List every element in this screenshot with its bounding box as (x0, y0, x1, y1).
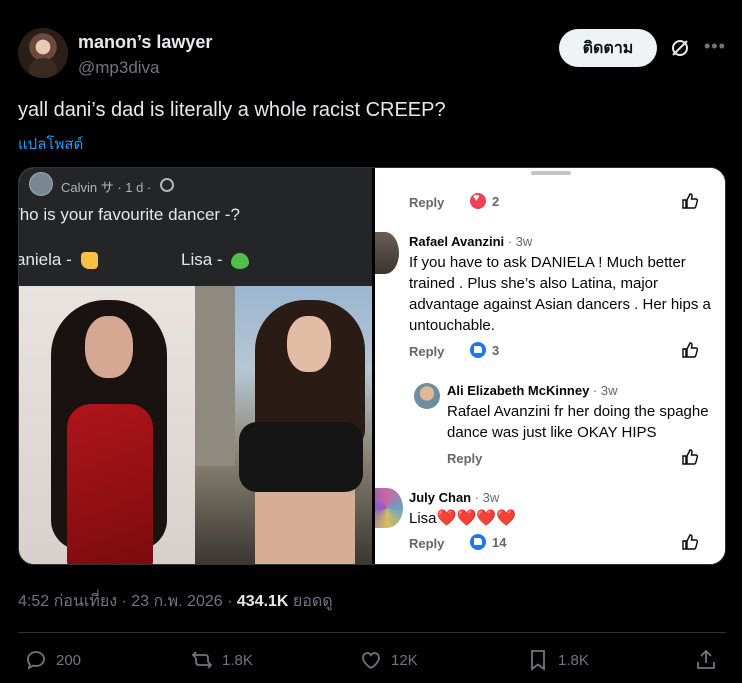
reply-link: Reply (409, 536, 445, 551)
red-heart-icons: ❤️❤️❤️❤️ (436, 510, 517, 527)
like-outline-icon (682, 193, 699, 209)
thumbs-up-icon (80, 252, 98, 270)
like-count: 12K (391, 651, 418, 669)
reaction-count: 14 (470, 534, 506, 550)
love-reaction-icon (470, 192, 486, 209)
repost-button[interactable]: 1.8K (190, 648, 253, 672)
facebook-post-screenshot: Calvin サ · 1 d · /ho is your favourite d… (19, 168, 372, 564)
comment-text: If you have to ask DANIELA ! Much better… (409, 252, 711, 336)
comment-line: untouchable. (409, 317, 495, 334)
like-button[interactable]: 12K (359, 648, 418, 672)
grok-icon[interactable] (670, 38, 690, 58)
reply-button[interactable]: 200 (24, 648, 81, 672)
reply-link: Reply (409, 344, 445, 359)
fb-avatar (29, 172, 53, 196)
comment-author-name: July Chan (409, 490, 472, 505)
comment-author: Rafael Avanzini · 3w (409, 234, 532, 249)
post-header: manon’s lawyer @mp3diva ติดตาม ••• (18, 28, 728, 82)
comment-time: · 3w (589, 383, 618, 398)
comment-line: Rafael Avanzini fr her doing the spaghe (447, 403, 709, 420)
comment-author-name: Ali Elizabeth McKinney (447, 383, 590, 398)
fb-option-2: Lisa - (181, 250, 250, 270)
comment-line: trained . Plus she’s also Latina, major (409, 275, 659, 292)
avatar[interactable] (18, 28, 68, 78)
photo-lisa (195, 286, 372, 564)
comment-author: Ali Elizabeth McKinney · 3w (447, 383, 617, 398)
reaction-count-value: 3 (492, 342, 500, 358)
comment-line: If you have to ask DANIELA ! Much better (409, 254, 686, 271)
green-heart-icon (231, 252, 250, 269)
media-image[interactable]: Calvin サ · 1 d · /ho is your favourite d… (18, 167, 726, 565)
reply-link: Reply (447, 451, 483, 466)
author-name[interactable]: manon’s lawyer (78, 32, 212, 53)
translate-link[interactable]: แปลโพสต์ (18, 132, 83, 156)
reply-count: 200 (56, 651, 82, 669)
share-button[interactable] (694, 648, 726, 672)
post-timestamp[interactable]: 4:52 ก่อนเที่ยง · 23 ก.พ. 2026 · 434.1K … (18, 589, 333, 614)
fb-option-2-label: Lisa - (181, 250, 223, 269)
tweet-text: yall dani’s dad is literally a whole rac… (18, 99, 446, 121)
comment-time: · 3w (504, 234, 533, 249)
commenter-avatar (375, 232, 399, 274)
globe-icon (160, 178, 174, 192)
fb-option-1: aniela - (19, 250, 98, 270)
comment-line: Lisa (409, 510, 437, 527)
like-reaction-icon (470, 534, 486, 550)
follow-button[interactable]: ติดตาม (559, 29, 657, 67)
bookmark-icon (531, 650, 545, 671)
comment-author: July Chan · 3w (409, 490, 499, 505)
author-handle[interactable]: @mp3diva (78, 58, 160, 78)
reaction-count: 2 (470, 192, 500, 209)
more-icon[interactable]: ••• (704, 36, 725, 56)
comment-text: Rafael Avanzini fr her doing the spaghe … (447, 401, 709, 443)
bookmark-count: 1.8K (558, 651, 589, 669)
repost-icon (191, 651, 213, 669)
like-icon (362, 652, 380, 670)
fb-question: /ho is your favourite dancer -? (19, 205, 240, 224)
reaction-count-value: 2 (492, 193, 500, 209)
reaction-count-value: 14 (492, 534, 507, 550)
like-reaction-icon (470, 342, 486, 358)
comment-author-name: Rafael Avanzini (409, 234, 505, 249)
photo-daniela (19, 286, 195, 564)
bookmark-button[interactable]: 1.8K (526, 648, 589, 672)
like-outline-icon (682, 534, 699, 550)
divider (18, 632, 726, 633)
comments-screenshot: Reply 2 Rafael Avanzini · 3w If you have… (375, 168, 725, 564)
fb-author: Calvin サ · 1 d · (61, 180, 152, 195)
share-icon (697, 649, 715, 669)
reply-icon (27, 651, 45, 670)
reply-link: Reply (409, 195, 445, 210)
views-count: 434.1K (236, 593, 289, 610)
sheet-handle (531, 171, 571, 175)
views-label: ยอดดู (288, 593, 333, 610)
comment-line: dance was just like OKAY HIPS (447, 424, 657, 441)
like-outline-icon (682, 449, 699, 465)
commenter-avatar (414, 383, 440, 409)
comment-line: advantage against Asian dancers . Her hi… (409, 296, 711, 313)
comment-time: · 3w (471, 490, 500, 505)
repost-count: 1.8K (222, 651, 253, 669)
commenter-avatar (375, 488, 403, 528)
reaction-count: 3 (470, 342, 499, 358)
fb-option-1-label: aniela - (19, 250, 72, 269)
like-outline-icon (682, 342, 699, 358)
comment-text: Lisa❤️❤️❤️❤️ (409, 508, 516, 529)
timestamp-text[interactable]: 4:52 ก่อนเที่ยง · 23 ก.พ. 2026 · (18, 593, 237, 610)
